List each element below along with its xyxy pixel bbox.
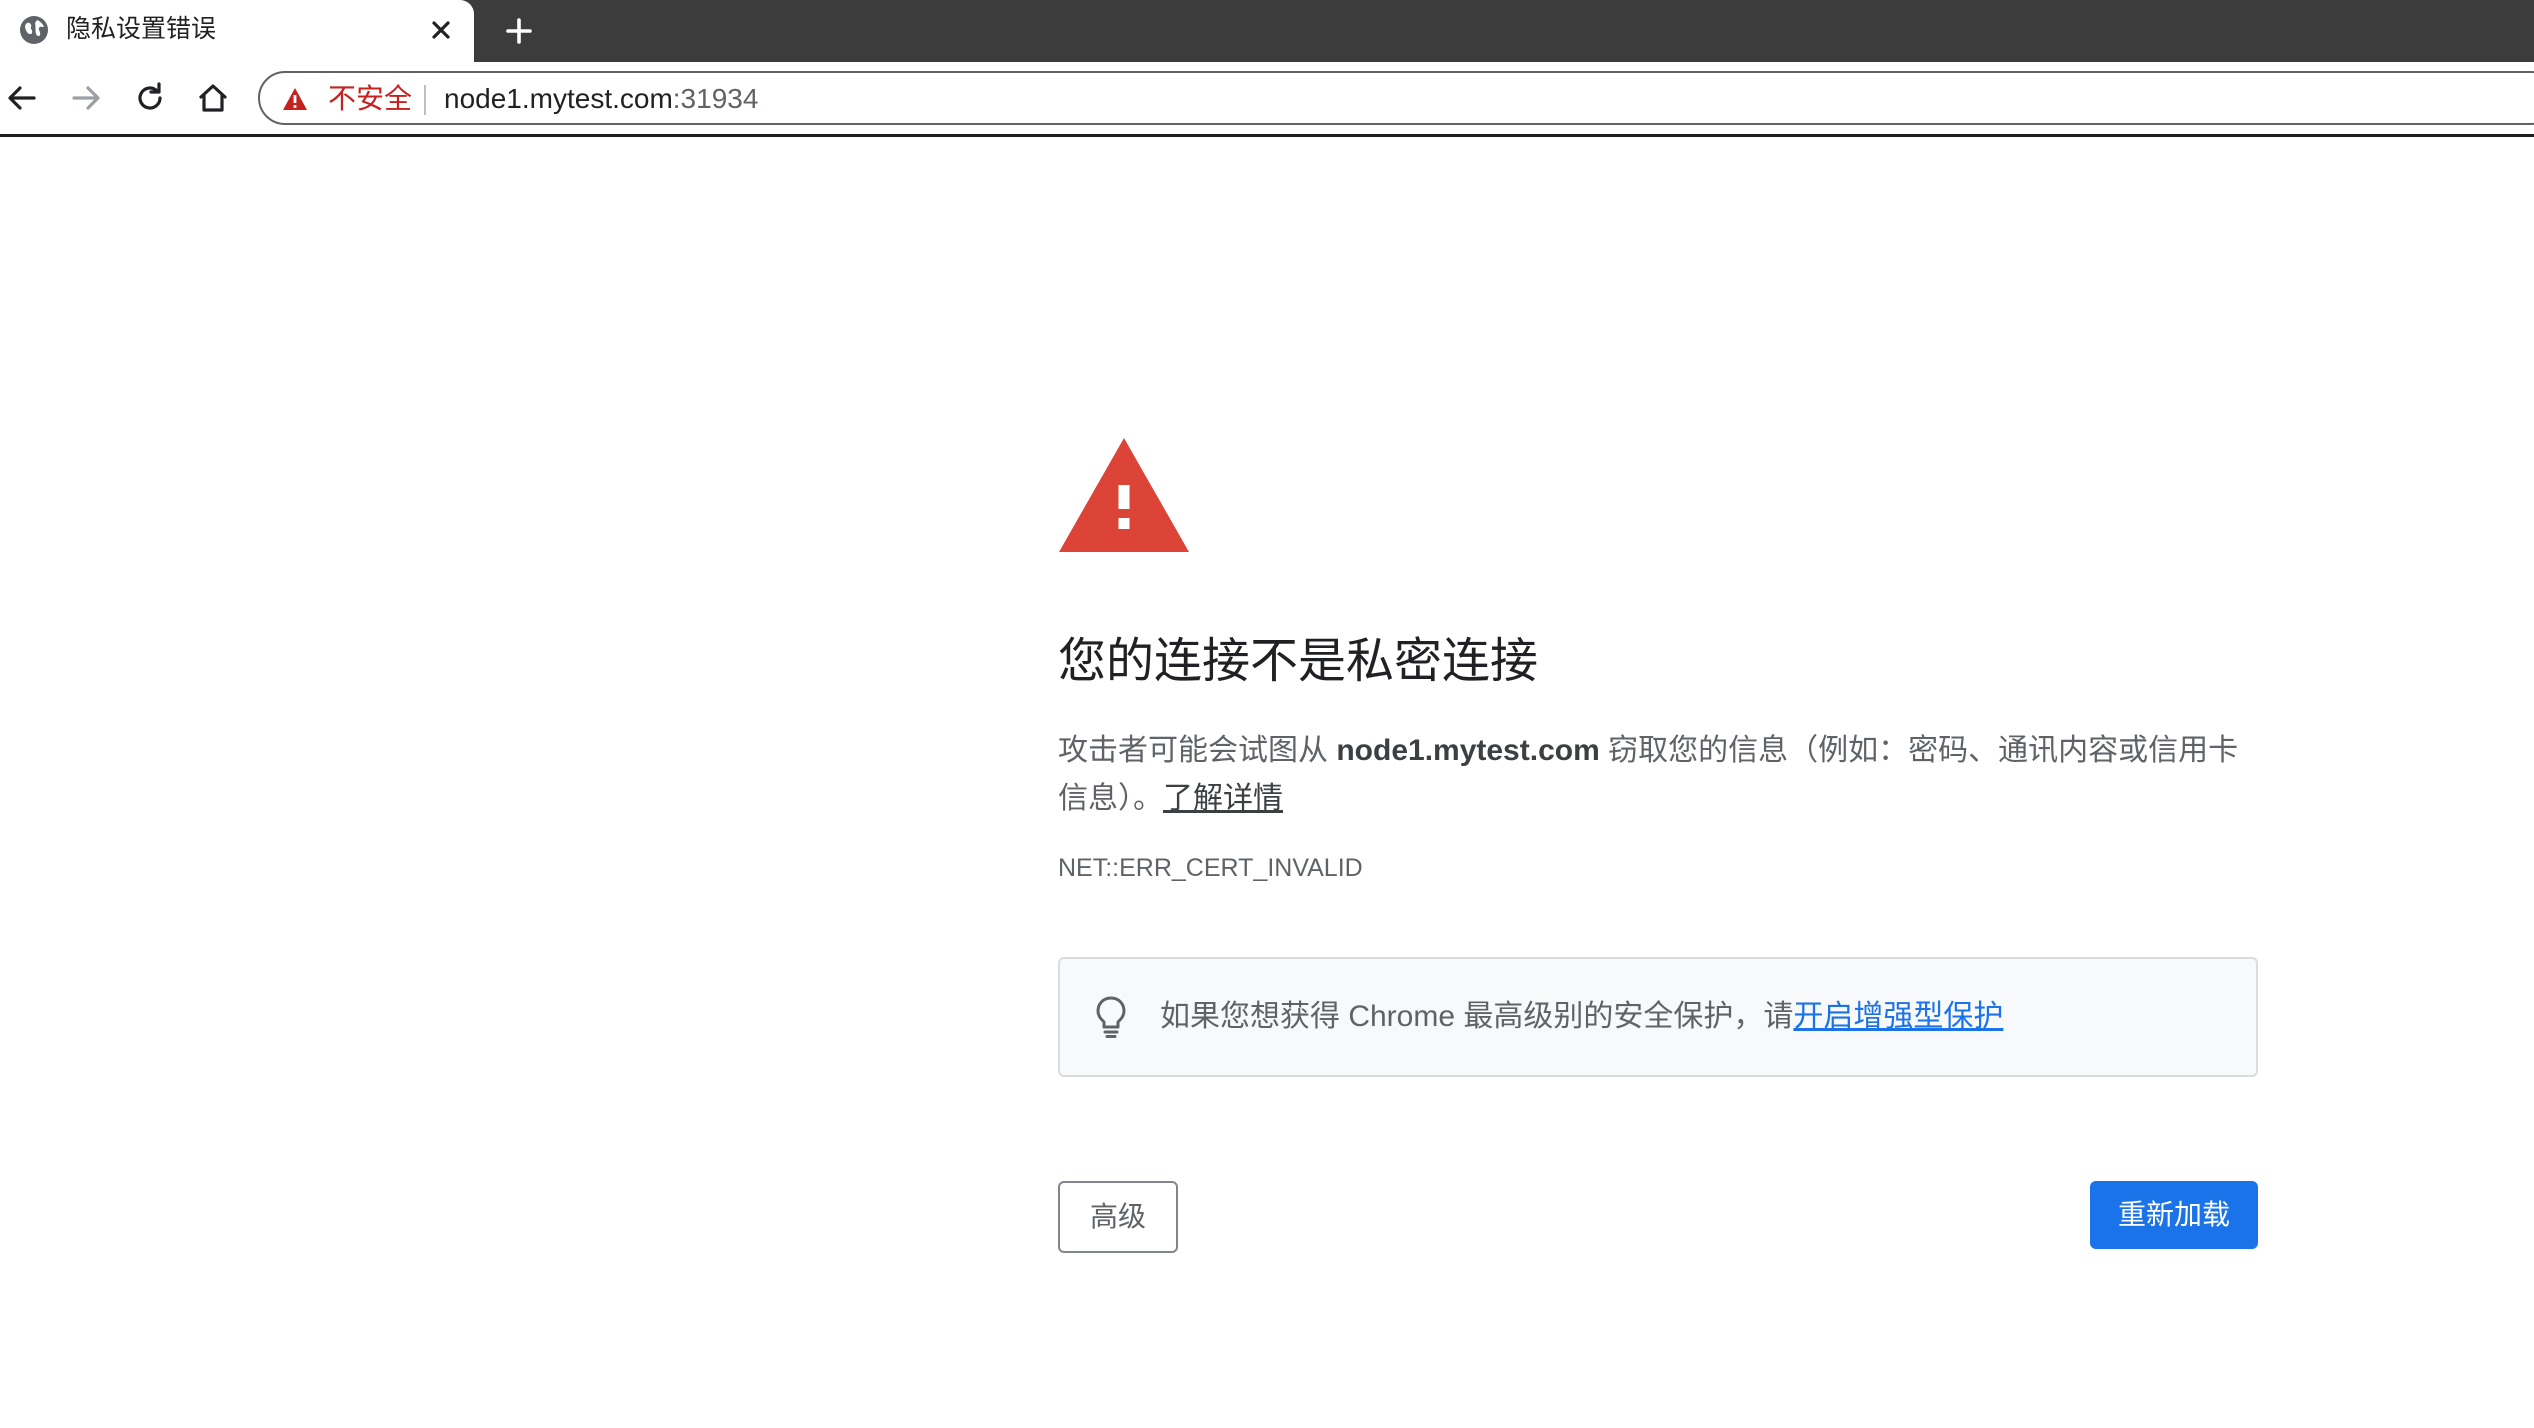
close-icon[interactable] — [426, 15, 456, 45]
enhanced-protection-link[interactable]: 开启增强型保护 — [1793, 1000, 2003, 1033]
url-host: node1.mytest.com — [444, 83, 673, 114]
tab-title: 隐私设置错误 — [66, 15, 217, 43]
address-bar[interactable]: 不安全 node1.mytest.com:31934 — [258, 71, 2534, 125]
security-status-label[interactable]: 不安全 — [328, 82, 412, 116]
lightbulb-icon — [1096, 996, 1126, 1038]
enhanced-protection-text: 如果您想获得 Chrome 最高级别的安全保护，请开启增强型保护 — [1160, 997, 2003, 1037]
globe-icon — [20, 16, 48, 44]
new-tab-icon[interactable] — [500, 12, 538, 50]
message-host: node1.mytest.com — [1336, 734, 1600, 767]
advanced-button[interactable]: 高级 — [1058, 1181, 1178, 1253]
warning-icon[interactable] — [282, 87, 308, 111]
tab-strip: 隐私设置错误 — [0, 0, 2534, 62]
url-text[interactable]: node1.mytest.com:31934 — [444, 82, 758, 116]
home-icon[interactable] — [193, 78, 233, 118]
reload-icon[interactable] — [130, 78, 170, 118]
learn-more-link[interactable]: 了解详情 — [1163, 782, 1283, 815]
reload-button[interactable]: 重新加载 — [2090, 1181, 2258, 1249]
arrow-left-icon[interactable] — [2, 78, 42, 118]
url-port: :31934 — [672, 83, 759, 114]
error-message: 攻击者可能会试图从 node1.mytest.com 窃取您的信息（例如：密码、… — [1058, 727, 2258, 823]
error-code[interactable]: NET::ERR_CERT_INVALID — [1058, 852, 1363, 884]
arrow-right-icon[interactable] — [66, 78, 106, 118]
enhanced-protection-label: 如果您想获得 Chrome 最高级别的安全保护，请 — [1160, 1000, 1794, 1033]
browser-toolbar: 不安全 node1.mytest.com:31934 — [0, 62, 2534, 137]
address-separator — [424, 85, 426, 115]
message-prefix: 攻击者可能会试图从 — [1058, 734, 1337, 767]
page-title: 您的连接不是私密连接 — [1058, 635, 1539, 688]
active-tab[interactable]: 隐私设置错误 — [0, 0, 474, 62]
enhanced-protection-promo: 如果您想获得 Chrome 最高级别的安全保护，请开启增强型保护 — [1058, 957, 2258, 1077]
warning-triangle-icon — [1059, 438, 1189, 552]
